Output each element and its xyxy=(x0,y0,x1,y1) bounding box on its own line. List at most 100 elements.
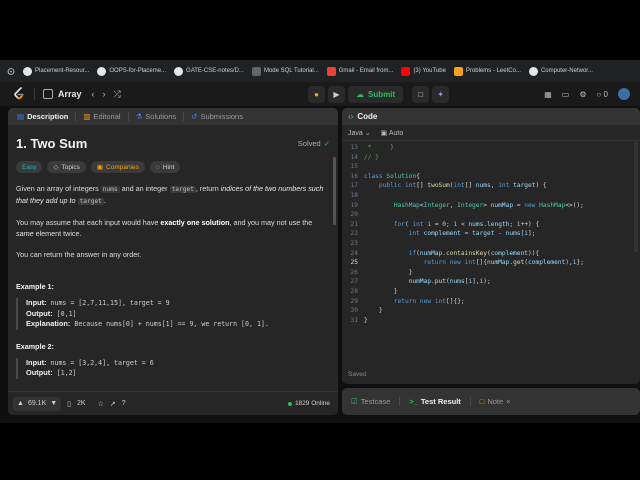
code-line: 14// } xyxy=(350,153,379,161)
prev-problem-icon[interactable]: ‹ xyxy=(92,89,95,99)
next-problem-icon[interactable]: › xyxy=(103,89,106,99)
like-dislike-group: ▲ 69.1K ▼ xyxy=(13,396,62,411)
top-navbar: Array ‹ › ⤮ ● ▶ ☁ Submit □ ✦ ▦ ▭ ⚙ ○ 0 xyxy=(0,82,640,106)
bookmark-youtube[interactable]: (3) YouTube xyxy=(398,62,448,80)
document-icon: ▤ xyxy=(17,112,25,121)
bookmarks-bar: Placement-Resour... OOPS-for-Placeme... … xyxy=(0,60,640,82)
code-editor[interactable]: 13 * } 14// } 15 16 class Solution{ 17 pu… xyxy=(342,141,640,325)
tab-divider xyxy=(399,397,401,406)
github-icon xyxy=(97,66,107,76)
code-line: 24 if(numMap.containsKey(complement)){ xyxy=(350,249,540,257)
tag-row: Easy ◇ Topics ▣ Companies ◌ Hint xyxy=(16,161,330,173)
cloud-upload-icon: ☁ xyxy=(356,89,364,99)
tab-solutions[interactable]: ⚗ Solutions xyxy=(133,112,180,121)
code-line: 16 class Solution{ xyxy=(350,172,420,180)
thumbs-up-icon[interactable]: ▲ xyxy=(17,400,24,407)
online-count: 1829 Online xyxy=(294,400,330,407)
tab-note[interactable]: □ Note × xyxy=(477,397,514,406)
thumbs-down-icon[interactable]: ▼ xyxy=(50,400,57,407)
tab-submissions[interactable]: ↺ Submissions xyxy=(188,112,246,121)
code-line: 26 } xyxy=(350,268,413,276)
chevron-down-icon: ⌄ xyxy=(364,129,371,137)
code-line: 30 } xyxy=(350,307,383,315)
comment-icon[interactable]: ▯ xyxy=(67,400,71,408)
right-tools: ▦ ▭ ⚙ ○ 0 xyxy=(544,88,630,100)
sparkle-icon: ✦ xyxy=(437,89,444,99)
layout-grid-icon[interactable]: ▦ xyxy=(544,90,552,99)
tab-description[interactable]: ▤ Description xyxy=(14,112,71,121)
share-icon[interactable]: ↗ xyxy=(110,400,116,408)
ai-assistant-button[interactable]: ✦ xyxy=(432,85,450,103)
youtube-icon xyxy=(401,66,411,76)
description-tabs: ▤ Description ▥ Editorial ⚗ Solutions ↺ … xyxy=(8,108,338,125)
auto-mode[interactable]: ▣ Auto xyxy=(381,129,404,137)
code-line: 13 * } xyxy=(350,144,394,151)
language-select[interactable]: Java ⌄ xyxy=(348,129,371,137)
inline-code: target xyxy=(169,186,196,193)
hint-button[interactable]: ◌ Hint xyxy=(149,161,181,173)
code-header: ‹› Code xyxy=(342,108,640,125)
bookmark-oops[interactable]: OOPS-for-Placeme... xyxy=(94,62,169,80)
code-panel: ‹› Code Java ⌄ ▣ Auto 13 * } 14// } 15 1… xyxy=(342,108,640,384)
leetcode-icon xyxy=(453,66,463,76)
difficulty-badge: Easy xyxy=(16,161,43,173)
check-circle-icon: ✓ xyxy=(323,139,330,148)
tab-divider xyxy=(127,112,129,121)
tab-test-result[interactable]: >_ Test Result xyxy=(406,397,463,406)
description-scrollbar[interactable] xyxy=(333,157,336,225)
online-dot-icon xyxy=(287,401,292,406)
bug-icon: ● xyxy=(314,89,319,99)
bookmark-computer-networks[interactable]: Computer-Networ... xyxy=(526,62,596,80)
submit-label: Submit xyxy=(368,89,396,99)
bookmark-leetcode[interactable]: Problems - LeetCo... xyxy=(451,62,524,80)
leetcode-app: Placement-Resour... OOPS-for-Placeme... … xyxy=(0,60,640,423)
lock-icon: ▣ xyxy=(380,129,388,137)
settings-gear-icon[interactable]: ⚙ xyxy=(579,90,586,99)
help-icon[interactable]: ? xyxy=(122,400,126,407)
notes-button[interactable]: □ xyxy=(412,85,430,103)
problem-list-button[interactable]: Array xyxy=(43,89,82,99)
code-line: 31} xyxy=(350,316,368,324)
description-panel: ▤ Description ▥ Editorial ⚗ Solutions ↺ … xyxy=(8,108,338,415)
tab-editorial[interactable]: ▥ Editorial xyxy=(80,112,123,121)
comment-count: 2K xyxy=(77,400,86,407)
submit-button[interactable]: ☁ Submit xyxy=(348,85,404,103)
code-line: 22 int complement = target - nums[i]; xyxy=(350,230,536,238)
apps-icon[interactable] xyxy=(4,62,18,80)
book-icon: ▥ xyxy=(83,112,91,121)
tab-testcase[interactable]: ☑ Testcase xyxy=(348,397,393,406)
console-tabs: ☑ Testcase >_ Test Result □ Note × xyxy=(342,388,640,415)
lock-icon: ▣ xyxy=(96,164,104,171)
code-line: 23 xyxy=(350,239,358,247)
letterbox-bottom xyxy=(0,423,640,480)
run-button[interactable]: ▶ xyxy=(328,85,345,103)
problem-description: 1. Two Sum Solved ✓ Easy ◇ Topics ▣ Compan… xyxy=(8,125,338,391)
bookmark-placement-resources[interactable]: Placement-Resour... xyxy=(20,62,92,80)
problem-title: 1. Two Sum xyxy=(16,136,88,151)
companies-button[interactable]: ▣ Companies xyxy=(90,161,145,173)
example-title: Example 1: xyxy=(16,282,54,291)
leetcode-logo-icon[interactable] xyxy=(12,87,26,101)
star-icon[interactable]: ☆ xyxy=(98,400,104,408)
code-line: 18 xyxy=(350,191,358,199)
code-line: 15 xyxy=(350,163,358,171)
tab-divider xyxy=(469,397,471,406)
solved-status: Solved ✓ xyxy=(297,139,330,148)
streak-counter[interactable]: ○ 0 xyxy=(596,90,608,99)
bookmark-mode-sql[interactable]: Mode SQL Tutorial... xyxy=(249,62,322,80)
nav-divider xyxy=(34,88,35,100)
panel-icon[interactable]: ▭ xyxy=(562,90,570,99)
flask-icon: ⚗ xyxy=(135,112,143,121)
debug-button[interactable]: ● xyxy=(308,85,325,103)
bookmark-gate-cse[interactable]: GATE-CSE-notes/D... xyxy=(171,62,247,80)
note-icon: □ xyxy=(418,89,424,99)
topics-button[interactable]: ◇ Topics xyxy=(47,161,86,173)
inline-code: nums xyxy=(100,186,120,193)
console-panel: ☑ Testcase >_ Test Result □ Note × xyxy=(342,388,640,415)
github-icon xyxy=(174,66,184,76)
user-avatar[interactable] xyxy=(618,88,630,100)
online-indicator: 1829 Online xyxy=(287,400,330,407)
close-icon[interactable]: × xyxy=(506,397,510,406)
bookmark-gmail[interactable]: Gmail - Email from... xyxy=(324,62,397,80)
shuffle-icon[interactable]: ⤮ xyxy=(114,89,121,100)
